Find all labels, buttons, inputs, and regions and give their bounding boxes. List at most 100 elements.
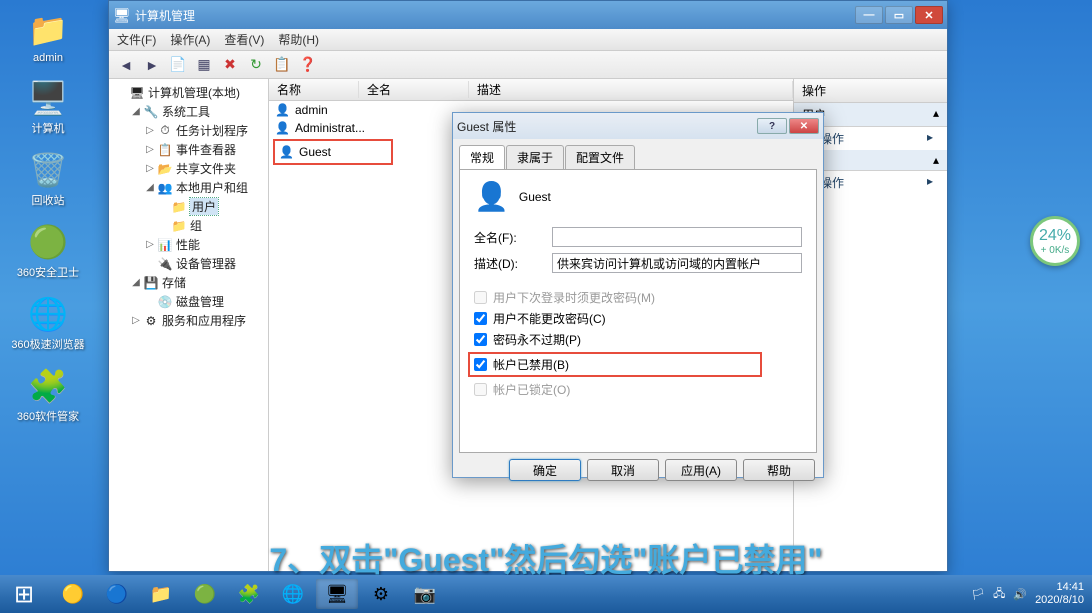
desktop-icon-admin[interactable]: 📁admin [8, 10, 88, 64]
expand-icon[interactable]: ▷ [145, 144, 155, 155]
desc-input[interactable] [552, 253, 802, 273]
speed-badge[interactable]: 24% + 0K/s [1030, 216, 1080, 266]
tree-node-共享文件夹[interactable]: ▷📂共享文件夹 [111, 159, 266, 178]
node-icon: 🔧 [143, 105, 159, 119]
task-ie[interactable]: 🔵 [96, 579, 138, 609]
tab-body: 👤 Guest 全名(F): 描述(D): 用户下次登录时须更改密码(M)用户不… [459, 169, 817, 453]
desktop-icon-360-browser[interactable]: 🌐360极速浏览器 [8, 294, 88, 352]
refresh-button[interactable]: ↻ [245, 54, 267, 76]
tree-node-本地用户和组[interactable]: ◢👥本地用户和组 [111, 178, 266, 197]
node-icon: 📁 [171, 200, 187, 214]
tree-pane[interactable]: 🖥计算机管理(本地)◢🔧系统工具▷⏱任务计划程序▷📋事件查看器▷📂共享文件夹◢👥… [109, 79, 269, 571]
expand-icon[interactable]: ▷ [131, 315, 141, 326]
start-button[interactable]: ⊞ [0, 575, 48, 613]
clock[interactable]: 14:41 2020/8/10 [1035, 581, 1084, 607]
desktop-icon-360-security[interactable]: 🟢360安全卫士 [8, 222, 88, 280]
tree-node-任务计划程序[interactable]: ▷⏱任务计划程序 [111, 121, 266, 140]
tree-node-服务和应用程序[interactable]: ▷⚙服务和应用程序 [111, 311, 266, 330]
node-label: 计算机管理(本地) [148, 84, 240, 101]
task-folder[interactable]: 📁 [140, 579, 182, 609]
tray-flag-icon[interactable]: 🏳 [971, 588, 985, 601]
delete-button[interactable]: ✖ [219, 54, 241, 76]
task-app4[interactable]: ⚙ [360, 579, 402, 609]
task-app2[interactable]: 🧩 [228, 579, 270, 609]
row-name: admin [295, 103, 328, 117]
expand-icon[interactable]: ◢ [145, 182, 155, 193]
tree-node-系统工具[interactable]: ◢🔧系统工具 [111, 102, 266, 121]
ok-button[interactable]: 确定 [509, 459, 581, 481]
desktop-icon-computer[interactable]: 🖥️计算机 [8, 78, 88, 136]
desktop-icon-360-software[interactable]: 🧩360软件管家 [8, 366, 88, 424]
back-button[interactable]: ◄ [115, 54, 137, 76]
tree-node-存储[interactable]: ◢💾存储 [111, 273, 266, 292]
node-icon: 📁 [171, 219, 187, 233]
expand-icon[interactable]: ◢ [131, 277, 141, 288]
user-icon: 👤 [275, 121, 291, 135]
export-button[interactable]: 📋 [271, 54, 293, 76]
check-label: 用户下次登录时须更改密码(M) [493, 289, 655, 306]
app-icon: 🖥 [113, 7, 129, 23]
task-app5[interactable]: 📷 [404, 579, 446, 609]
menu-help[interactable]: 帮助(H) [278, 31, 319, 48]
tab-memberof[interactable]: 隶属于 [506, 145, 564, 169]
cancel-button[interactable]: 取消 [587, 459, 659, 481]
menu-file[interactable]: 文件(F) [117, 31, 156, 48]
menu-view[interactable]: 查看(V) [224, 31, 264, 48]
node-label: 事件查看器 [176, 141, 236, 158]
checkbox[interactable] [474, 358, 487, 371]
help-button[interactable]: 帮助 [743, 459, 815, 481]
up-button[interactable]: 📄 [167, 54, 189, 76]
minimize-button[interactable]: — [855, 6, 883, 24]
titlebar[interactable]: 🖥 计算机管理 — ▭ ✕ [109, 1, 947, 29]
dialog-buttons: 确定 取消 应用(A) 帮助 [453, 459, 823, 489]
expand-icon[interactable]: ◢ [131, 106, 141, 117]
node-label: 用户 [190, 198, 218, 215]
check-用户不能更改密码(C)[interactable]: 用户不能更改密码(C) [474, 310, 802, 327]
task-app3[interactable]: 🌐 [272, 579, 314, 609]
col-fullname[interactable]: 全名 [359, 81, 469, 98]
checkbox[interactable] [474, 312, 487, 325]
dialog-close-button[interactable]: ✕ [789, 118, 819, 134]
tray-network-icon[interactable]: 🖧 [993, 585, 1005, 604]
col-desc[interactable]: 描述 [469, 81, 793, 98]
tab-profile[interactable]: 配置文件 [565, 145, 635, 169]
close-button[interactable]: ✕ [915, 6, 943, 24]
expand-icon[interactable]: ▷ [145, 125, 155, 136]
tree-node-组[interactable]: 📁组 [111, 216, 266, 235]
speed-rate: + 0K/s [1041, 245, 1070, 256]
checkbox[interactable] [474, 333, 487, 346]
menu-action[interactable]: 操作(A) [170, 31, 210, 48]
task-app1[interactable]: 🟢 [184, 579, 226, 609]
fullname-input[interactable] [552, 227, 802, 247]
taskbar: ⊞ 🟡 🔵 📁 🟢 🧩 🌐 🖥 ⚙ 📷 🏳 🖧 🔊 14:41 2020/8/1… [0, 575, 1092, 613]
tree-node-用户[interactable]: 📁用户 [111, 197, 266, 216]
tree-node-事件查看器[interactable]: ▷📋事件查看器 [111, 140, 266, 159]
task-computer-mgmt[interactable]: 🖥 [316, 579, 358, 609]
node-label: 系统工具 [162, 103, 210, 120]
forward-button[interactable]: ► [141, 54, 163, 76]
expand-icon[interactable]: ▷ [145, 163, 155, 174]
check-用户下次登录时须更改密码(M): 用户下次登录时须更改密码(M) [474, 289, 802, 306]
col-name[interactable]: 名称 [269, 81, 359, 98]
check-帐户已禁用(B)[interactable]: 帐户已禁用(B) [468, 352, 762, 377]
tree-node-设备管理器[interactable]: 🔌设备管理器 [111, 254, 266, 273]
desktop-icon-recycle[interactable]: 🗑️回收站 [8, 150, 88, 208]
help-button[interactable]: ❓ [297, 54, 319, 76]
expand-icon[interactable]: ▷ [145, 239, 155, 250]
tab-general[interactable]: 常规 [459, 145, 505, 169]
tree-node-磁盘管理[interactable]: 💿磁盘管理 [111, 292, 266, 311]
maximize-button[interactable]: ▭ [885, 6, 913, 24]
action-header: 操作 [794, 79, 947, 103]
tree-node-计算机管理(本地)[interactable]: 🖥计算机管理(本地) [111, 83, 266, 102]
props-button[interactable]: ▦ [193, 54, 215, 76]
dialog-help-button[interactable]: ? [757, 118, 787, 134]
tray-sound-icon[interactable]: 🔊 [1013, 588, 1027, 601]
task-explorer[interactable]: 🟡 [52, 579, 94, 609]
tree-node-性能[interactable]: ▷📊性能 [111, 235, 266, 254]
check-密码永不过期(P)[interactable]: 密码永不过期(P) [474, 331, 802, 348]
dialog-titlebar[interactable]: Guest 属性 ? ✕ [453, 113, 823, 139]
apply-button[interactable]: 应用(A) [665, 459, 737, 481]
node-icon: 👥 [157, 181, 173, 195]
chevron-up-icon: ▴ [933, 106, 939, 123]
list-row-Guest[interactable]: 👤Guest [273, 139, 393, 165]
